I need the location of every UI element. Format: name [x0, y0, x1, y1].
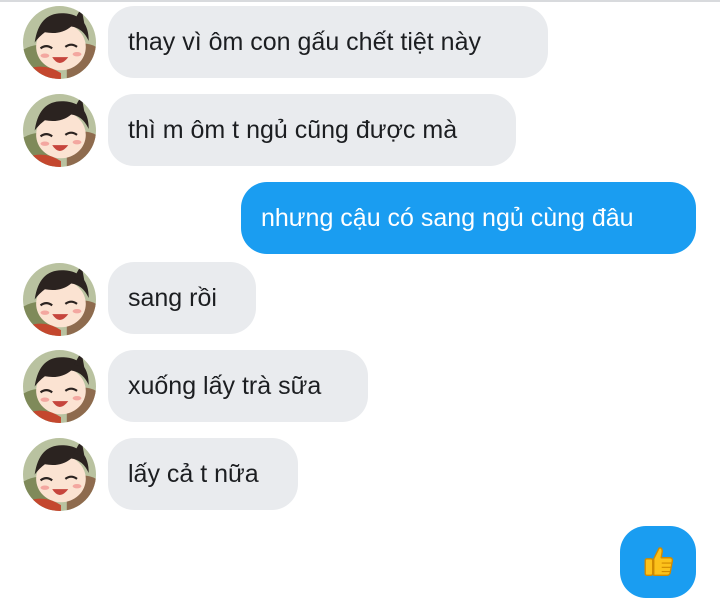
incoming-message-bubble[interactable]: sang rồi [108, 262, 256, 334]
message-text: xuống lấy trà sữa [128, 371, 322, 400]
incoming-message-bubble[interactable]: xuống lấy trà sữa [108, 350, 368, 422]
thumbs-up-icon [644, 547, 674, 576]
avatar[interactable] [23, 350, 96, 423]
message-text: thay vì ôm con gấu chết tiệt này [128, 27, 481, 56]
avatar[interactable] [23, 94, 96, 167]
avatar[interactable] [23, 263, 96, 336]
avatar-image [23, 438, 96, 511]
incoming-message-bubble[interactable]: thì m ôm t ngủ cũng được mà [108, 94, 516, 166]
avatar-image [23, 6, 96, 79]
incoming-message-bubble[interactable]: lấy cả t nữa [108, 438, 298, 510]
avatar-image [23, 263, 96, 336]
avatar-image [23, 350, 96, 423]
message-text: lấy cả t nữa [128, 459, 259, 488]
outgoing-message-bubble[interactable]: nhưng cậu có sang ngủ cùng đâu [241, 182, 696, 254]
like-message-bubble[interactable] [620, 526, 696, 598]
top-divider [0, 0, 720, 2]
avatar-image [23, 94, 96, 167]
message-text: thì m ôm t ngủ cũng được mà [128, 115, 458, 144]
incoming-message-bubble[interactable]: thay vì ôm con gấu chết tiệt này [108, 6, 548, 78]
avatar[interactable] [23, 6, 96, 79]
avatar[interactable] [23, 438, 96, 511]
message-text: nhưng cậu có sang ngủ cùng đâu [261, 203, 634, 232]
message-text: sang rồi [128, 283, 217, 312]
